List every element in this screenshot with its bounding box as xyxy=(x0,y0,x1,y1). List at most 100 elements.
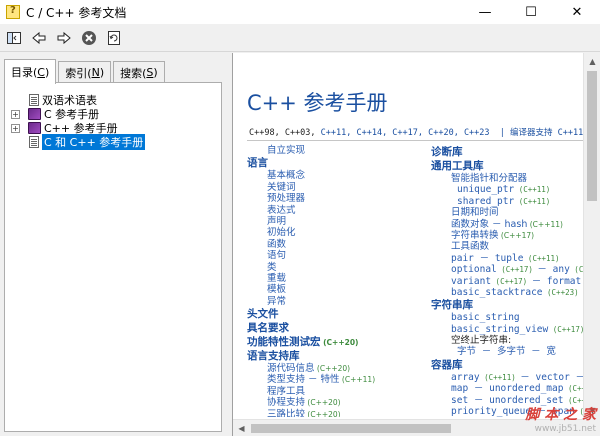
index-link[interactable]: basic_stacktrace (C++23) xyxy=(431,287,587,298)
help-app-icon xyxy=(6,5,20,19)
index-link[interactable]: 基本概念 xyxy=(247,170,429,181)
forward-icon xyxy=(57,31,71,44)
stop-button[interactable] xyxy=(77,27,101,49)
link-text: 空终止字符串: xyxy=(451,335,512,347)
link-text: variant xyxy=(451,275,492,287)
section-heading-link[interactable]: 具名要求 xyxy=(247,321,429,335)
tab-search[interactable]: 搜索(S) xyxy=(113,61,165,83)
index-link[interactable]: optional (C++17) － any (C++17) xyxy=(431,264,587,275)
index-link[interactable]: basic_string_view (C++17) xyxy=(431,324,587,335)
version-tag: (C++17) xyxy=(548,324,585,334)
index-column-left: 自立实现 语言 基本概念 关键词 预处理器 表达式 声明 初始化 函数 语句类重载 模板 异常 头文件具… xyxy=(247,145,429,417)
tab-contents[interactable]: 目录(C) xyxy=(4,59,57,84)
link-text: 源代码信息 xyxy=(267,363,315,375)
index-link[interactable]: basic_string xyxy=(431,312,587,323)
link-text: 程序工具 xyxy=(267,385,306,397)
link-text: basic_string xyxy=(451,312,520,324)
index-link[interactable]: 三路比较 (C++20) xyxy=(247,409,429,417)
tree-item-glossary[interactable]: 双语术语表 xyxy=(29,93,97,107)
expand-icon[interactable]: + xyxy=(11,123,20,133)
index-link[interactable]: 类型支持 － 特性 (C++11) xyxy=(247,374,429,385)
section-heading-link[interactable]: 语言支持库 xyxy=(247,349,429,363)
index-link[interactable]: pair － tuple (C++11) xyxy=(431,253,587,264)
index-link[interactable]: map － unordered_map (C++11) xyxy=(431,383,587,394)
version-tag: (C++11) xyxy=(514,196,551,206)
book-icon xyxy=(28,122,41,134)
tab-contents-suffix: ) xyxy=(44,65,50,79)
section-heading-link[interactable]: 诊断库 xyxy=(431,145,587,159)
forward-button[interactable] xyxy=(52,27,76,49)
tab-index[interactable]: 索引(N) xyxy=(58,61,112,83)
index-link[interactable]: 类 xyxy=(247,262,429,273)
scroll-up-icon[interactable]: ▲ xyxy=(584,53,600,70)
refresh-button[interactable] xyxy=(102,27,126,49)
link-text: optional xyxy=(451,264,497,276)
index-link[interactable]: array (C++11) － vector － deque xyxy=(431,372,587,383)
link-text: 通用工具库 xyxy=(431,160,484,172)
vertical-scrollbar[interactable]: ▲ ▼ xyxy=(583,53,600,419)
version-tag: (C++17) xyxy=(498,230,535,240)
index-link[interactable]: 字符串转换 (C++17) xyxy=(431,230,587,241)
index-link[interactable]: variant (C++17) － format (C++20) xyxy=(431,276,587,287)
back-icon xyxy=(32,31,46,44)
maximize-button[interactable]: ☐ xyxy=(508,0,554,24)
expand-icon[interactable]: + xyxy=(11,109,20,119)
watermark-brand: 脚 本 之 家 xyxy=(525,407,596,423)
index-link[interactable]: 关键词 xyxy=(247,182,429,193)
scroll-left-icon[interactable]: ◀ xyxy=(233,420,250,436)
contents-tree[interactable]: 双语术语表 + C 参考手册 + C++ 参考手册 C 和 C++ 参考手册 xyxy=(4,82,222,432)
index-link[interactable]: 协程支持 (C++20) xyxy=(247,397,429,408)
section-heading-link[interactable]: 功能特性测试宏 (C++20) xyxy=(247,335,429,349)
hide-pane-button[interactable] xyxy=(2,27,26,49)
link-text: 语言 xyxy=(247,157,268,170)
tree-item-c-and-cpp-reference[interactable]: C 和 C++ 参考手册 xyxy=(29,134,146,150)
tree-item-cpp-reference[interactable]: + C++ 参考手册 xyxy=(11,121,118,135)
index-link[interactable]: 声明 xyxy=(247,216,429,227)
link-text: 声明 xyxy=(267,215,287,227)
stop-icon xyxy=(82,30,96,45)
index-column-right: 诊断库 通用工具库 智能指针和分配器 unique_ptr (C++11) shared… xyxy=(431,145,587,417)
index-link[interactable]: 函数 xyxy=(247,239,429,250)
index-link[interactable]: 字节 － 多字节 － 宽 xyxy=(431,346,587,357)
section-heading-link[interactable]: 容器库 xyxy=(431,358,587,372)
window-title: C / C++ 参考文档 xyxy=(26,5,127,20)
index-link[interactable]: unique_ptr (C++11) xyxy=(431,184,587,195)
section-heading-link[interactable]: 头文件 xyxy=(247,307,429,321)
index-link[interactable]: 函数对象 － hash (C++11) xyxy=(431,219,587,230)
version-tag: (C++11) xyxy=(523,253,560,263)
index-link[interactable]: 工具函数 xyxy=(431,241,587,252)
version-tag: (C++11) xyxy=(514,185,551,195)
standards-links[interactable]: C++11, C++14, C++17, C++20, C++23 xyxy=(321,128,490,138)
index-link[interactable]: 预处理器 xyxy=(247,193,429,204)
close-button[interactable]: ✕ xyxy=(554,0,600,24)
index-link[interactable]: 程序工具 xyxy=(247,386,429,397)
index-link[interactable]: 源代码信息 (C++20) xyxy=(247,363,429,374)
section-heading-link[interactable]: 字符串库 xyxy=(431,298,587,312)
tab-search-label: 搜索( xyxy=(120,66,147,80)
minimize-button[interactable]: — xyxy=(462,0,508,24)
book-icon xyxy=(28,108,41,120)
scroll-thumb[interactable] xyxy=(587,71,597,201)
index-link[interactable]: shared_ptr (C++11) xyxy=(431,196,587,207)
index-link[interactable]: 模板 xyxy=(247,284,429,295)
version-tag: (C++20) xyxy=(305,398,341,408)
compiler-support-link[interactable]: | 编译器支持 C++11, C xyxy=(500,128,587,138)
index-link[interactable]: 自立实现 xyxy=(247,145,429,156)
section-heading-link[interactable]: 语言 xyxy=(247,156,429,170)
link-text: 自立实现 xyxy=(267,145,306,156)
page-title: C++ 参考手册 xyxy=(247,91,388,115)
tree-item-c-reference[interactable]: + C 参考手册 xyxy=(11,107,99,121)
index-link[interactable]: 语句 xyxy=(247,250,429,261)
link-text: map － unordered_map xyxy=(451,383,564,395)
index-link[interactable]: 初始化 xyxy=(247,227,429,238)
tab-search-suffix: ) xyxy=(153,66,158,79)
section-heading-link[interactable]: 通用工具库 xyxy=(431,159,587,173)
back-button[interactable] xyxy=(27,27,51,49)
index-link[interactable]: 日期和时间 xyxy=(431,207,587,218)
hscroll-thumb[interactable] xyxy=(251,424,451,433)
index-link[interactable]: 智能指针和分配器 xyxy=(431,173,587,184)
index-link[interactable]: 异常 xyxy=(247,296,429,307)
index-link[interactable]: 表达式 xyxy=(247,205,429,216)
index-link[interactable]: 重载 xyxy=(247,273,429,284)
watermark: 脚 本 之 家 www.jb51.net xyxy=(525,404,596,434)
